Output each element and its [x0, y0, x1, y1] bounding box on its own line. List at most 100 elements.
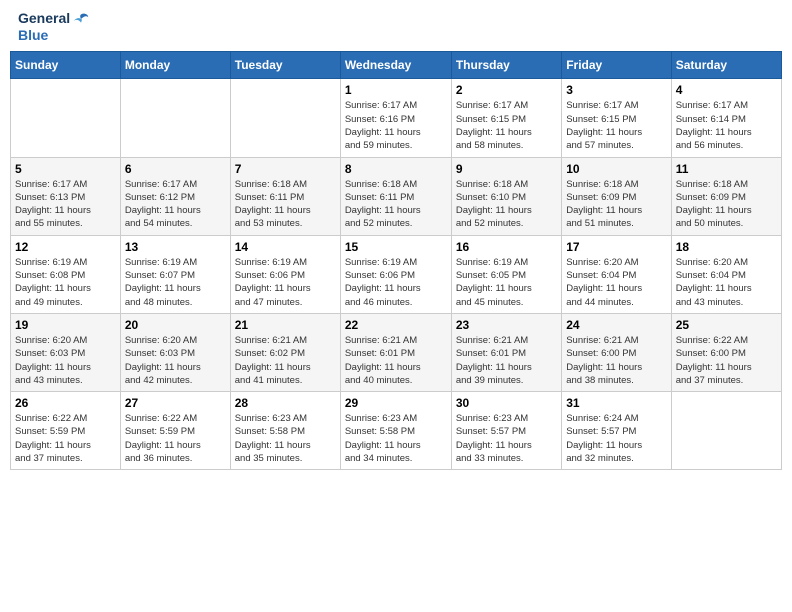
day-info: Sunrise: 6:23 AM Sunset: 5:57 PM Dayligh…	[456, 412, 557, 465]
day-number: 20	[125, 318, 226, 332]
day-number: 3	[566, 83, 666, 97]
calendar-cell: 5 Sunrise: 6:17 AM Sunset: 6:13 PM Daylig…	[11, 157, 121, 235]
calendar-cell: 28Sunrise: 6:23 AM Sunset: 5:58 PM Dayli…	[230, 392, 340, 470]
calendar-cell: 18Sunrise: 6:20 AM Sunset: 6:04 PM Dayli…	[671, 235, 781, 313]
logo: General Blue	[18, 10, 90, 43]
day-number: 8	[345, 162, 447, 176]
calendar-cell: 21 Sunrise: 6:21 AM Sunset: 6:02 PM Dayli…	[230, 313, 340, 391]
day-info: Sunrise: 6:19 AM Sunset: 6:06 PM Dayligh…	[235, 256, 336, 309]
day-info: Sunrise: 6:23 AM Sunset: 5:58 PM Dayligh…	[345, 412, 447, 465]
calendar-cell	[671, 392, 781, 470]
calendar-cell: 31Sunrise: 6:24 AM Sunset: 5:57 PM Dayli…	[562, 392, 671, 470]
day-info: Sunrise: 6:19 AM Sunset: 6:07 PM Dayligh…	[125, 256, 226, 309]
day-number: 24	[566, 318, 666, 332]
calendar-cell	[120, 79, 230, 157]
day-number: 26	[15, 396, 116, 410]
calendar-cell: 16Sunrise: 6:19 AM Sunset: 6:05 PM Dayli…	[451, 235, 561, 313]
calendar-table: SundayMondayTuesdayWednesdayThursdayFrid…	[10, 51, 782, 470]
logo-blue: Blue	[18, 28, 48, 43]
calendar-cell: 26 Sunrise: 6:22 AM Sunset: 5:59 PM Dayli…	[11, 392, 121, 470]
day-info: Sunrise: 6:21 AM Sunset: 6:01 PM Dayligh…	[456, 334, 557, 387]
day-number: 11	[676, 162, 777, 176]
day-number: 6	[125, 162, 226, 176]
week-row-3: 12 Sunrise: 6:19 AM Sunset: 6:08 PM Dayli…	[11, 235, 782, 313]
day-info: Sunrise: 6:18 AM Sunset: 6:09 PM Dayligh…	[676, 178, 777, 231]
day-info: Sunrise: 6:21 AM Sunset: 6:02 PM Dayligh…	[235, 334, 336, 387]
calendar-cell: 1 Sunrise: 6:17 AM Sunset: 6:16 PM Daylig…	[340, 79, 451, 157]
calendar-cell	[230, 79, 340, 157]
day-number: 10	[566, 162, 666, 176]
calendar-cell: 25Sunrise: 6:22 AM Sunset: 6:00 PM Dayli…	[671, 313, 781, 391]
day-number: 12	[15, 240, 116, 254]
calendar-cell: 8 Sunrise: 6:18 AM Sunset: 6:11 PM Daylig…	[340, 157, 451, 235]
weekday-header-sunday: Sunday	[11, 52, 121, 79]
calendar-cell: 10 Sunrise: 6:18 AM Sunset: 6:09 PM Dayli…	[562, 157, 671, 235]
day-number: 14	[235, 240, 336, 254]
day-number: 18	[676, 240, 777, 254]
calendar-cell: 30 Sunrise: 6:23 AM Sunset: 5:57 PM Dayli…	[451, 392, 561, 470]
day-number: 22	[345, 318, 447, 332]
weekday-header-monday: Monday	[120, 52, 230, 79]
calendar-cell: 29 Sunrise: 6:23 AM Sunset: 5:58 PM Dayli…	[340, 392, 451, 470]
day-info: Sunrise: 6:18 AM Sunset: 6:11 PM Dayligh…	[345, 178, 447, 231]
page-header: General Blue	[10, 10, 782, 43]
weekday-header-row: SundayMondayTuesdayWednesdayThursdayFrid…	[11, 52, 782, 79]
calendar-cell: 13 Sunrise: 6:19 AM Sunset: 6:07 PM Dayli…	[120, 235, 230, 313]
day-info: Sunrise: 6:21 AM Sunset: 6:01 PM Dayligh…	[345, 334, 447, 387]
day-info: Sunrise: 6:18 AM Sunset: 6:11 PM Dayligh…	[235, 178, 336, 231]
day-number: 9	[456, 162, 557, 176]
day-number: 2	[456, 83, 557, 97]
day-number: 7	[235, 162, 336, 176]
day-info: Sunrise: 6:22 AM Sunset: 6:00 PM Dayligh…	[676, 334, 777, 387]
week-row-1: 1 Sunrise: 6:17 AM Sunset: 6:16 PM Daylig…	[11, 79, 782, 157]
day-number: 13	[125, 240, 226, 254]
day-number: 29	[345, 396, 447, 410]
day-info: Sunrise: 6:24 AM Sunset: 5:57 PM Dayligh…	[566, 412, 666, 465]
week-row-5: 26 Sunrise: 6:22 AM Sunset: 5:59 PM Dayli…	[11, 392, 782, 470]
day-number: 1	[345, 83, 447, 97]
calendar-cell: 6 Sunrise: 6:17 AM Sunset: 6:12 PM Daylig…	[120, 157, 230, 235]
week-row-4: 19 Sunrise: 6:20 AM Sunset: 6:03 PM Dayli…	[11, 313, 782, 391]
day-info: Sunrise: 6:19 AM Sunset: 6:08 PM Dayligh…	[15, 256, 116, 309]
day-info: Sunrise: 6:17 AM Sunset: 6:12 PM Dayligh…	[125, 178, 226, 231]
day-number: 19	[15, 318, 116, 332]
day-info: Sunrise: 6:19 AM Sunset: 6:05 PM Dayligh…	[456, 256, 557, 309]
day-info: Sunrise: 6:17 AM Sunset: 6:14 PM Dayligh…	[676, 99, 777, 152]
calendar-cell: 27 Sunrise: 6:22 AM Sunset: 5:59 PM Dayli…	[120, 392, 230, 470]
weekday-header-tuesday: Tuesday	[230, 52, 340, 79]
day-number: 4	[676, 83, 777, 97]
calendar-cell: 17 Sunrise: 6:20 AM Sunset: 6:04 PM Dayli…	[562, 235, 671, 313]
day-number: 21	[235, 318, 336, 332]
day-number: 28	[235, 396, 336, 410]
calendar-cell: 14 Sunrise: 6:19 AM Sunset: 6:06 PM Dayli…	[230, 235, 340, 313]
day-number: 23	[456, 318, 557, 332]
day-info: Sunrise: 6:17 AM Sunset: 6:16 PM Dayligh…	[345, 99, 447, 152]
day-info: Sunrise: 6:18 AM Sunset: 6:09 PM Dayligh…	[566, 178, 666, 231]
calendar-cell: 22 Sunrise: 6:21 AM Sunset: 6:01 PM Dayli…	[340, 313, 451, 391]
weekday-header-thursday: Thursday	[451, 52, 561, 79]
calendar-cell: 20Sunrise: 6:20 AM Sunset: 6:03 PM Dayli…	[120, 313, 230, 391]
day-info: Sunrise: 6:22 AM Sunset: 5:59 PM Dayligh…	[125, 412, 226, 465]
weekday-header-friday: Friday	[562, 52, 671, 79]
week-row-2: 5 Sunrise: 6:17 AM Sunset: 6:13 PM Daylig…	[11, 157, 782, 235]
day-info: Sunrise: 6:20 AM Sunset: 6:04 PM Dayligh…	[566, 256, 666, 309]
day-info: Sunrise: 6:17 AM Sunset: 6:13 PM Dayligh…	[15, 178, 116, 231]
day-info: Sunrise: 6:21 AM Sunset: 6:00 PM Dayligh…	[566, 334, 666, 387]
logo-general: General	[18, 11, 70, 26]
weekday-header-saturday: Saturday	[671, 52, 781, 79]
day-number: 5	[15, 162, 116, 176]
calendar-cell: 24 Sunrise: 6:21 AM Sunset: 6:00 PM Dayli…	[562, 313, 671, 391]
day-number: 15	[345, 240, 447, 254]
logo-bird-icon	[72, 10, 90, 28]
day-info: Sunrise: 6:18 AM Sunset: 6:10 PM Dayligh…	[456, 178, 557, 231]
calendar-cell: 19 Sunrise: 6:20 AM Sunset: 6:03 PM Dayli…	[11, 313, 121, 391]
day-number: 30	[456, 396, 557, 410]
day-info: Sunrise: 6:20 AM Sunset: 6:03 PM Dayligh…	[15, 334, 116, 387]
day-info: Sunrise: 6:22 AM Sunset: 5:59 PM Dayligh…	[15, 412, 116, 465]
calendar-cell: 3Sunrise: 6:17 AM Sunset: 6:15 PM Daylig…	[562, 79, 671, 157]
calendar-cell: 11 Sunrise: 6:18 AM Sunset: 6:09 PM Dayli…	[671, 157, 781, 235]
day-number: 17	[566, 240, 666, 254]
day-info: Sunrise: 6:17 AM Sunset: 6:15 PM Dayligh…	[456, 99, 557, 152]
calendar-cell: 2 Sunrise: 6:17 AM Sunset: 6:15 PM Daylig…	[451, 79, 561, 157]
day-number: 27	[125, 396, 226, 410]
